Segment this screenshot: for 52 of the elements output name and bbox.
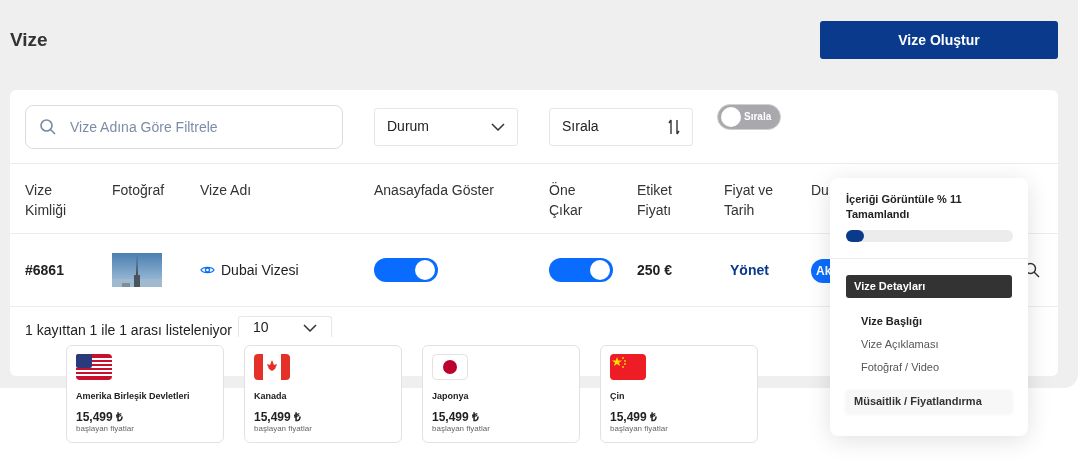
country-name: Japonya — [432, 390, 469, 402]
price: 15,499 ₺ — [432, 410, 480, 424]
table-cell-text: 250 € — [637, 260, 674, 280]
flag-icon — [432, 354, 468, 380]
country-card[interactable]: Kanada 15,499 ₺ başlayan fiyatlar — [244, 345, 402, 443]
country-name: Kanada — [254, 390, 287, 402]
section-item[interactable]: Vize Başlığı — [861, 312, 922, 330]
section-tab[interactable]: Vize Detayları — [846, 275, 1012, 298]
status-select[interactable]: Durum — [374, 107, 518, 146]
visa-name-link[interactable]: Dubai Vizesi — [200, 259, 299, 281]
price: 15,499 ₺ — [254, 410, 302, 424]
page-title: Vize — [10, 27, 48, 52]
price-note: başlayan fiyatlar — [254, 424, 312, 434]
column-header: Fiyat ve Tarih — [724, 181, 774, 220]
create-button[interactable]: Vize Oluştur — [820, 21, 1058, 59]
page-size-select[interactable]: 10 — [238, 316, 332, 337]
column-header: Öne Çıkar — [549, 181, 584, 220]
country-name: Çin — [610, 390, 625, 402]
chevron-down-icon — [303, 324, 317, 332]
column-header: Fotoğraf — [112, 181, 165, 200]
country-card[interactable]: Amerika Birleşik Devletleri 15,499 ₺ başlayan fiyatlar — [66, 345, 224, 443]
chevron-down-icon — [491, 122, 505, 131]
section-tab[interactable]: Müsaitlik / Fiyatlandırma — [846, 390, 1012, 413]
sort-select[interactable]: Sırala — [549, 107, 693, 146]
column-header: Vize Kimliği — [25, 181, 68, 220]
eye-icon — [200, 265, 215, 275]
country-card[interactable]: Japonya 15,499 ₺ başlayan fiyatlar — [422, 345, 580, 443]
search-field[interactable]: Vize Adına Göre Filtrele — [25, 104, 343, 149]
sort-icon — [668, 118, 680, 135]
price-note: başlayan fiyatlar — [610, 424, 668, 434]
record-summary: 1 kayıttan 1 ile 1 arası listeleniyor — [25, 320, 232, 340]
flag-icon — [76, 354, 112, 380]
manage-link[interactable]: Yönet — [724, 259, 811, 281]
section-item[interactable]: Fotoğraf / Video — [861, 358, 940, 376]
column-header: Du — [811, 181, 829, 200]
flag-icon — [610, 354, 646, 380]
country-card[interactable]: Çin 15,499 ₺ başlayan fiyatlar — [600, 345, 758, 443]
section-item[interactable]: Vize Açıklaması — [861, 335, 939, 353]
search-icon — [39, 117, 57, 136]
flag-icon — [254, 354, 290, 380]
toggle-switch[interactable] — [549, 258, 613, 282]
price: 15,499 ₺ — [76, 410, 124, 424]
price: 15,499 ₺ — [610, 410, 658, 424]
table-cell-text: #6861 — [25, 260, 65, 280]
column-header: Etiket Fiyatı — [637, 181, 673, 220]
progress-title: İçeriği Görüntüle % 11 Tamamlandı — [846, 192, 963, 222]
price-note: başlayan fiyatlar — [76, 424, 134, 434]
column-header: Anasayfada Göster — [374, 181, 494, 200]
column-header: Vize Adı — [200, 181, 252, 200]
toggle-switch[interactable] — [374, 258, 438, 282]
country-name: Amerika Birleşik Devletleri — [76, 390, 190, 402]
price-note: başlayan fiyatlar — [432, 424, 490, 434]
